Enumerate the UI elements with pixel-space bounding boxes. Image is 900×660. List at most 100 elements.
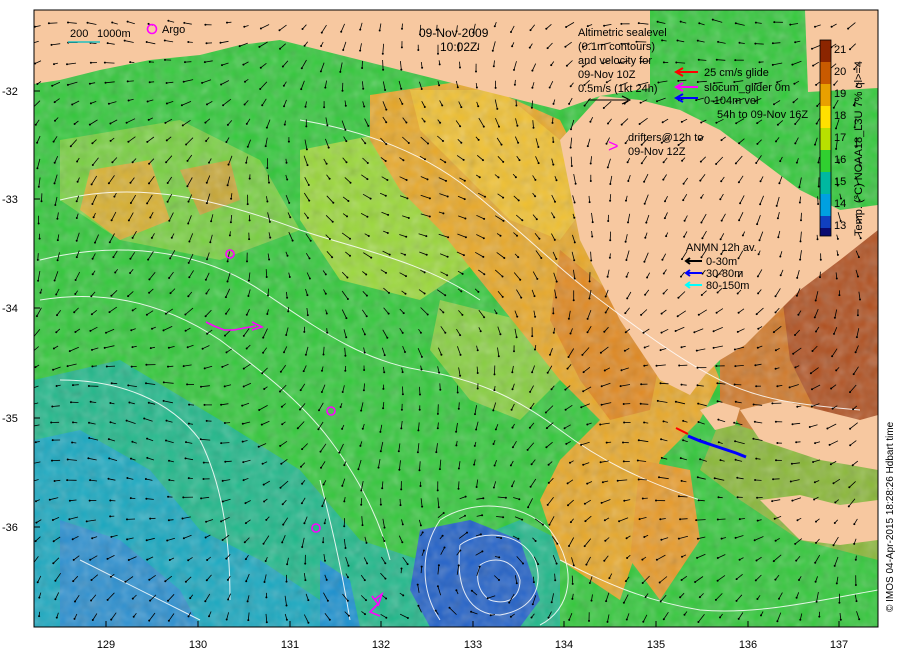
velocity-arrow-head: [127, 99, 130, 102]
velocity-arrow-head: [482, 497, 485, 500]
velocity-arrow-head: [362, 87, 365, 90]
velocity-arrow-head: [162, 329, 165, 332]
velocity-arrow-head: [492, 409, 495, 412]
velocity-arrow-head: [695, 349, 698, 352]
y-tick-label: -34: [2, 303, 18, 315]
velocity-arrow-head: [758, 61, 761, 64]
velocity-arrow-head: [260, 423, 263, 426]
velocity-arrow-head: [444, 331, 447, 334]
colorbar-tick: 17: [834, 132, 846, 144]
velocity-arrow-head: [626, 161, 629, 164]
velocity-arrow-head: [715, 121, 718, 124]
velocity-arrow-head: [836, 253, 839, 256]
velocity-arrow-head: [184, 457, 187, 460]
velocity-arrow-head: [656, 20, 659, 23]
velocity-arrow-head: [205, 202, 208, 205]
velocity-arrow-head: [130, 365, 133, 368]
velocity-arrow-head: [308, 199, 311, 202]
velocity-arrow-head: [50, 43, 53, 46]
velocity-arrow-head: [569, 461, 571, 464]
velocity-arrow-head: [680, 120, 683, 123]
velocity-arrow-head: [200, 385, 202, 388]
velocity-arrow-head: [776, 620, 779, 623]
velocity-arrow-head: [386, 179, 389, 181]
velocity-arrow-head: [406, 563, 409, 566]
velocity-arrow-head: [370, 256, 373, 259]
velocity-arrow-head: [53, 63, 55, 66]
velocity-arrow-head: [146, 437, 149, 440]
velocity-arrow-head: [324, 86, 327, 89]
velocity-arrow-head: [343, 525, 346, 528]
velocity-arrow-head: [510, 31, 512, 33]
glider-legend-item: 0-104m vel: [704, 95, 758, 107]
velocity-arrow-head: [438, 468, 441, 471]
anmn-item: 30-80m: [706, 268, 743, 280]
velocity-arrow-head: [832, 544, 835, 547]
velocity-arrow-head: [286, 178, 289, 181]
velocity-arrow-head: [51, 84, 54, 87]
velocity-arrow-head: [733, 348, 736, 351]
velocity-arrow-head: [537, 146, 540, 148]
velocity-arrow-head: [404, 253, 406, 256]
velocity-arrow-head: [285, 161, 288, 164]
velocity-arrow-head: [377, 466, 380, 469]
velocity-arrow-head: [588, 619, 590, 622]
velocity-arrow-head: [851, 464, 854, 467]
velocity-arrow-head: [91, 273, 94, 276]
velocity-arrow-head: [847, 505, 850, 508]
drifters-line: 09-Nov 12Z: [628, 146, 686, 158]
velocity-arrow-head: [241, 422, 244, 425]
velocity-arrow-head: [66, 458, 69, 461]
velocity-arrow-head: [130, 457, 132, 460]
velocity-arrow-head: [36, 167, 39, 170]
velocity-arrow-head: [86, 21, 89, 24]
velocity-arrow: [37, 253, 39, 260]
velocity-arrow-head: [517, 141, 520, 144]
velocity-arrow-head: [35, 500, 37, 503]
velocity-arrow-head: [814, 299, 817, 302]
velocity-arrow-head: [461, 313, 464, 316]
velocity-arrow-head: [755, 559, 758, 562]
velocity-arrow-head: [248, 238, 251, 241]
velocity-arrow-head: [181, 517, 184, 520]
velocity-arrow-head: [697, 402, 700, 405]
velocity-arrow-head: [438, 371, 441, 374]
velocity-arrow-head: [517, 537, 520, 540]
velocity-arrow-head: [113, 195, 116, 198]
velocity-arrow-head: [712, 346, 715, 349]
velocity-arrow-head: [550, 64, 553, 67]
velocity-arrow-head: [627, 221, 629, 224]
velocity-arrow-head: [146, 558, 149, 561]
velocity-arrow-head: [522, 562, 524, 565]
velocity-arrow-head: [640, 383, 643, 386]
velocity-arrow-head: [143, 417, 146, 420]
velocity-arrow-head: [546, 371, 549, 374]
velocity-arrow-head: [89, 329, 92, 332]
velocity-arrow-head: [643, 260, 646, 263]
velocity-arrow-head: [383, 354, 386, 357]
velocity-arrow-head: [127, 140, 130, 143]
velocity-arrow-head: [107, 438, 110, 441]
velocity-arrow-head: [406, 197, 409, 200]
velocity-arrow-head: [814, 442, 817, 445]
velocity-arrow-head: [30, 426, 32, 428]
velocity-arrow-head: [796, 276, 799, 279]
velocity-arrow-head: [40, 200, 43, 203]
velocity-arrow-head: [165, 139, 168, 142]
velocity-arrow-head: [719, 198, 722, 201]
velocity-arrow-head: [839, 618, 842, 621]
velocity-arrow-head: [818, 615, 821, 618]
velocity-arrow-head: [550, 601, 553, 604]
velocity-arrow-head: [696, 537, 699, 540]
velocity-arrow-head: [34, 366, 37, 369]
velocity-arrow-head: [476, 387, 479, 390]
velocity-arrow-head: [331, 220, 334, 223]
velocity-arrow-head: [482, 237, 485, 240]
velocity-arrow-head: [344, 354, 347, 357]
velocity-arrow-head: [638, 123, 641, 125]
velocity-arrow-head: [68, 518, 71, 521]
velocity-arrow-head: [791, 423, 794, 426]
velocity-arrow-head: [716, 518, 719, 521]
velocity-arrow-head: [228, 234, 231, 237]
velocity-arrow-head: [737, 617, 740, 620]
